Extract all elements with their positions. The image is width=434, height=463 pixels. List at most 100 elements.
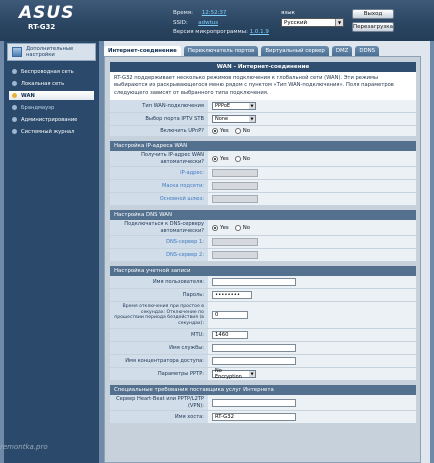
- language-select[interactable]: Русский ▼: [281, 18, 344, 27]
- ip-address-input[interactable]: [212, 169, 258, 178]
- sidebar-item-wireless[interactable]: Беспроводная сеть: [9, 67, 94, 76]
- concentrator-input[interactable]: [212, 357, 296, 366]
- chevron-down-icon: ▼: [249, 102, 255, 109]
- form-row: Выбор порта IPTV STB None ▼: [110, 112, 416, 126]
- language-block: язык Русский ▼: [281, 9, 345, 27]
- section-account-header: Настройка учетной записи: [110, 266, 416, 277]
- chevron-down-icon: ▼: [249, 371, 255, 378]
- language-value: Русский: [284, 19, 308, 26]
- service-name-input[interactable]: [212, 344, 296, 353]
- dns2-label: DNS-сервер 2:: [110, 249, 208, 262]
- bullet-icon: [12, 93, 17, 98]
- form-row: Время отключения при простое в секундах:…: [110, 302, 416, 330]
- pptp-options-label: Параметры PPTP:: [110, 368, 208, 381]
- tab-dmz[interactable]: DMZ: [331, 46, 353, 56]
- pptp-options-select[interactable]: No Encryption ▼: [212, 368, 256, 381]
- ssid-value[interactable]: adwtus: [198, 20, 218, 26]
- auto-ip-no-radio[interactable]: No: [234, 155, 251, 162]
- language-label: язык: [281, 10, 295, 16]
- form-row: Маска подсети:: [110, 180, 416, 194]
- ip-address-label: IP-адрес:: [110, 167, 208, 180]
- heartbeat-input[interactable]: [212, 398, 296, 407]
- upnp-no-radio[interactable]: No: [234, 128, 251, 135]
- auto-dns-no-radio[interactable]: No: [234, 224, 250, 231]
- panel-description: RT-G32 поддерживает несколько режимов по…: [110, 72, 416, 100]
- gateway-input[interactable]: [212, 195, 258, 204]
- auto-dns-yes-radio[interactable]: Yes: [212, 224, 229, 231]
- advanced-settings-label: Дополнительные настройки: [26, 46, 74, 58]
- iptv-port-select[interactable]: None ▼: [212, 114, 256, 123]
- radio-label: Yes: [220, 224, 229, 231]
- pptp-options-value: No Encryption: [215, 368, 242, 381]
- mtu-label: MTU:: [110, 329, 208, 342]
- radio-label: No: [242, 128, 251, 135]
- radio-label: Yes: [220, 128, 229, 135]
- bullet-icon: [12, 69, 17, 74]
- firmware-value[interactable]: 1.0.1.9: [250, 29, 269, 35]
- form-row: MTU: 1460: [110, 329, 416, 343]
- tab-virtual-server[interactable]: Виртуальный сервер: [261, 46, 329, 56]
- bullet-icon: [12, 117, 17, 122]
- radio-label: Yes: [220, 155, 229, 162]
- tab-internet-connection[interactable]: Интернет-соединение: [104, 46, 181, 56]
- password-input[interactable]: ••••••••: [212, 291, 252, 300]
- radio-icon: [234, 224, 241, 231]
- mtu-input[interactable]: 1460: [212, 331, 248, 340]
- sidebar-item-lan[interactable]: Локальная сеть: [9, 79, 94, 88]
- asus-logo: ASUS RT-G32: [6, 2, 76, 34]
- form-row: Тип WAN-подключения PPPoE ▼: [110, 99, 416, 113]
- dns1-label: DNS-сервер 1:: [110, 236, 208, 249]
- form-row: Имя хоста: RT-G32: [110, 411, 416, 425]
- form-row: Имя пользователя:: [110, 276, 416, 290]
- tab-port-switch[interactable]: Переключатель портов: [183, 46, 259, 56]
- sidebar-item-label: Беспроводная сеть: [21, 68, 74, 75]
- iptv-port-label: Выбор порта IPTV STB: [110, 112, 208, 125]
- sidebar-item-wan[interactable]: WAN: [9, 91, 94, 100]
- sidebar-item-administration[interactable]: Администрирование: [9, 115, 94, 124]
- dns1-input[interactable]: [212, 238, 258, 247]
- dns2-input[interactable]: [212, 251, 258, 260]
- wan-type-select[interactable]: PPPoE ▼: [212, 101, 256, 110]
- hostname-input[interactable]: RT-G32: [212, 413, 296, 422]
- wan-form: WAN - Интернет-соединение RT-G32 поддерж…: [110, 62, 416, 425]
- idle-time-label: Время отключения при простое в секундах:…: [110, 302, 208, 329]
- tab-ddns[interactable]: DDNS: [355, 46, 380, 56]
- radio-icon: [212, 224, 218, 231]
- firmware-label: Версия микропрограммы:: [173, 29, 248, 35]
- advanced-settings-header[interactable]: Дополнительные настройки: [7, 43, 96, 61]
- upnp-yes-radio[interactable]: Yes: [212, 128, 229, 135]
- heartbeat-label: Сервер Heart-Beat или PPTP/L2TP (VPN):: [110, 395, 208, 411]
- ssid-label: SSID:: [173, 19, 188, 26]
- reboot-button[interactable]: Перезагрузка: [352, 22, 394, 32]
- form-row: DNS-сервер 1:: [110, 236, 416, 250]
- password-label: Пароль:: [110, 289, 208, 302]
- chevron-down-icon: ▼: [335, 19, 343, 26]
- radio-label: No: [242, 155, 251, 162]
- sidebar-item-label: WAN: [21, 92, 35, 99]
- sidebar-item-system-log[interactable]: Системный журнал: [9, 127, 94, 136]
- bullet-icon: [12, 105, 17, 110]
- time-label: Время:: [173, 10, 193, 16]
- wan-type-label: Тип WAN-подключения: [110, 99, 208, 112]
- service-name-label: Имя службы:: [110, 342, 208, 355]
- concentrator-label: Имя концентратора доступа:: [110, 355, 208, 368]
- subnet-mask-input[interactable]: [212, 182, 258, 191]
- auto-ip-yes-radio[interactable]: Yes: [212, 155, 229, 162]
- form-row: IP-адрес:: [110, 167, 416, 181]
- sidebar-item-firewall[interactable]: Брандмауэр: [9, 103, 94, 112]
- sidebar: Дополнительные настройки Беспроводная се…: [4, 41, 99, 463]
- bullet-icon: [12, 129, 17, 134]
- username-input[interactable]: [212, 278, 296, 287]
- idle-time-input[interactable]: 0: [212, 311, 248, 320]
- logout-button[interactable]: Выход: [352, 9, 394, 19]
- radio-icon: [212, 155, 218, 162]
- chevron-down-icon: ▼: [249, 115, 255, 122]
- sidebar-item-label: Системный журнал: [21, 128, 75, 135]
- bullet-icon: [12, 81, 17, 86]
- form-row: Имя концентратора доступа:: [110, 355, 416, 369]
- sidebar-item-label: Администрирование: [21, 116, 78, 123]
- form-row: Получить IP-адрес WAN автоматически? Yes…: [110, 151, 416, 168]
- iptv-port-value: None: [215, 115, 229, 122]
- panel-title: WAN - Интернет-соединение: [110, 62, 416, 72]
- section-ip-header: Настройка IP-адреса WAN: [110, 141, 416, 152]
